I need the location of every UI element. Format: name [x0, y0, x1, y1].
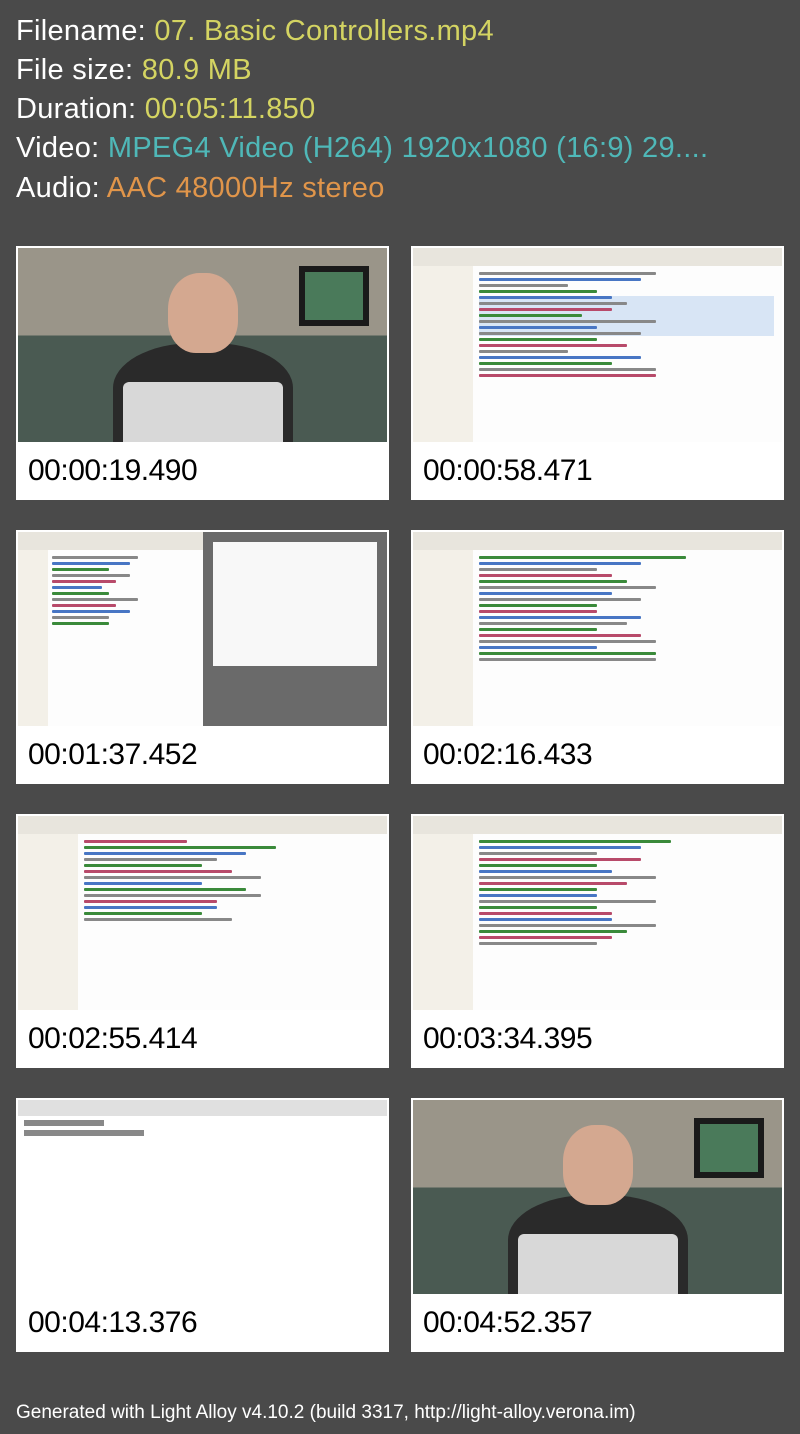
laptop-icon	[123, 382, 283, 442]
thumbnail-image	[411, 246, 784, 444]
code-lines-icon	[479, 840, 774, 945]
code-lines-icon	[479, 272, 774, 377]
filename-label: Filename:	[16, 15, 154, 47]
thumbnail-timestamp: 00:02:55.414	[16, 1012, 389, 1068]
audio-label: Audio:	[16, 172, 107, 204]
art-frame-icon	[299, 266, 369, 326]
person-head-icon	[563, 1125, 633, 1205]
thumbnail-image	[411, 530, 784, 728]
thumbnail: 00:01:37.452	[16, 530, 389, 784]
filesize-value: 80.9 MB	[142, 54, 252, 86]
file-info-header: Filename: 07. Basic Controllers.mp4 File…	[0, 0, 800, 216]
thumbnail-timestamp: 00:01:37.452	[16, 728, 389, 784]
code-sidebar-icon	[18, 834, 78, 1010]
thumbnail: 00:03:34.395	[411, 814, 784, 1068]
laptop-icon	[518, 1234, 678, 1294]
code-lines-icon	[479, 556, 774, 661]
thumbnail-timestamp: 00:04:13.376	[16, 1296, 389, 1352]
thumb-row: 00:01:37.452 00:02:16.433	[16, 530, 784, 784]
code-sidebar-icon	[18, 550, 48, 726]
person-head-icon	[168, 273, 238, 353]
thumbnail-timestamp: 00:04:52.357	[411, 1296, 784, 1352]
thumbnail-image	[16, 1098, 389, 1296]
thumbnail-timestamp: 00:02:16.433	[411, 728, 784, 784]
duration-value: 00:05:11.850	[145, 93, 316, 125]
thumbnail: 00:04:52.357	[411, 1098, 784, 1352]
code-sidebar-icon	[413, 834, 473, 1010]
thumb-row: 00:02:55.414 00:03:34.395	[16, 814, 784, 1068]
thumbnail-image	[16, 814, 389, 1012]
thumbnail-image	[16, 246, 389, 444]
browser-text-icon	[24, 1120, 104, 1126]
thumb-row: 00:04:13.376 00:04:52.357	[16, 1098, 784, 1352]
art-frame-icon	[694, 1118, 764, 1178]
thumbnail: 00:00:19.490	[16, 246, 389, 500]
audio-line: Audio: AAC 48000Hz stereo	[16, 169, 784, 208]
code-lines-icon	[52, 556, 195, 625]
browser-bar-icon	[18, 1100, 387, 1116]
code-sidebar-icon	[413, 550, 473, 726]
filesize-line: File size: 80.9 MB	[16, 51, 784, 90]
code-topbar-icon	[413, 532, 782, 550]
filesize-label: File size:	[16, 54, 142, 86]
browser-text-icon	[24, 1130, 144, 1136]
thumb-row: 00:00:19.490 00:00:58.471	[16, 246, 784, 500]
thumbnail: 00:04:13.376	[16, 1098, 389, 1352]
code-lines-icon	[84, 840, 379, 921]
code-topbar-icon	[413, 816, 782, 834]
video-label: Video:	[16, 132, 108, 164]
thumbnail-image	[16, 530, 389, 728]
audio-value: AAC 48000Hz stereo	[107, 172, 385, 204]
code-topbar-icon	[413, 248, 782, 266]
duration-line: Duration: 00:05:11.850	[16, 90, 784, 129]
code-topbar-icon	[18, 816, 387, 834]
duration-label: Duration:	[16, 93, 145, 125]
thumbnail-timestamp: 00:00:58.471	[411, 444, 784, 500]
thumbnail-image	[411, 814, 784, 1012]
thumbnail-timestamp: 00:03:34.395	[411, 1012, 784, 1068]
video-line: Video: MPEG4 Video (H264) 1920x1080 (16:…	[16, 129, 784, 168]
thumbnail: 00:02:16.433	[411, 530, 784, 784]
thumbnail-timestamp: 00:00:19.490	[16, 444, 389, 500]
video-value: MPEG4 Video (H264) 1920x1080 (16:9) 29..…	[108, 132, 708, 164]
code-sidebar-icon	[413, 266, 473, 442]
code-topbar-icon	[18, 532, 203, 550]
filename-line: Filename: 07. Basic Controllers.mp4	[16, 12, 784, 51]
filename-value: 07. Basic Controllers.mp4	[154, 15, 494, 47]
footer-text: Generated with Light Alloy v4.10.2 (buil…	[0, 1392, 800, 1434]
thumbnail: 00:02:55.414	[16, 814, 389, 1068]
thumbnail: 00:00:58.471	[411, 246, 784, 500]
thumbnail-image	[411, 1098, 784, 1296]
thumbnail-grid: 00:00:19.490 00:00:58.471	[0, 216, 800, 1392]
split-dark-icon	[203, 532, 388, 726]
